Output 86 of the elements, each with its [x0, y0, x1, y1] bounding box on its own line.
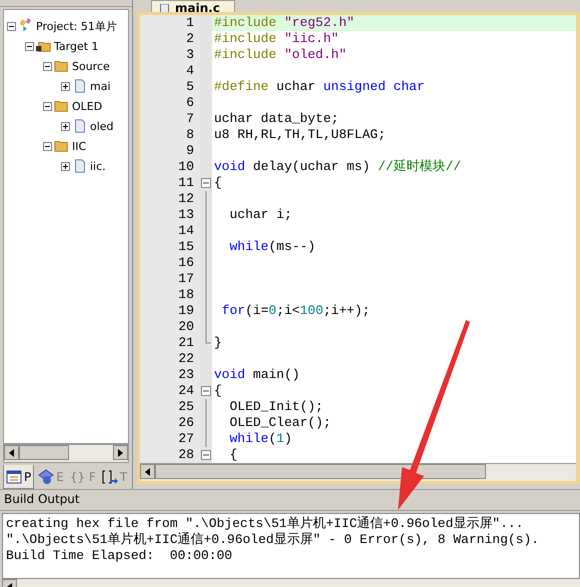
scroll-left-icon[interactable] — [9, 448, 14, 456]
list-icon — [6, 468, 22, 484]
line-number: 10 — [177, 159, 195, 175]
code-line: u8 RH,RL,TH,TL,U8FLAG; — [213, 127, 387, 143]
code-line: while(1) — [228, 431, 294, 447]
collapse-icon[interactable] — [43, 142, 52, 150]
project-icon — [18, 18, 34, 34]
collapse-icon[interactable] — [7, 22, 16, 30]
code-line: } — [213, 335, 223, 351]
line-number: 3 — [185, 47, 195, 63]
line-number: 7 — [185, 111, 195, 127]
line-number: 27 — [177, 431, 195, 447]
line-number: 23 — [177, 367, 195, 383]
tree-item[interactable]: iic. — [90, 160, 106, 172]
line-number: 1 — [185, 15, 195, 31]
line-number: 12 — [177, 191, 195, 207]
line-number: 8 — [185, 127, 195, 143]
code-editor[interactable] — [140, 15, 576, 463]
folder-icon — [54, 58, 70, 74]
line-number: 15 — [177, 239, 195, 255]
line-number: 14 — [177, 223, 195, 239]
line-number: 9 — [185, 143, 195, 159]
fold-toggle-icon[interactable] — [201, 386, 211, 396]
template-arrow-icon — [102, 469, 118, 485]
line-number: 6 — [185, 95, 195, 111]
output-line: Build Time Elapsed: 00:00:00 — [6, 548, 234, 564]
tree-item[interactable]: IIC — [72, 140, 86, 152]
panel-title: Build Output — [0, 489, 580, 511]
collapse-icon[interactable] — [43, 62, 52, 70]
expand-icon[interactable] — [61, 82, 70, 90]
tree-item[interactable]: Target 1 — [54, 40, 99, 52]
line-number: 17 — [177, 271, 195, 287]
line-number: 26 — [177, 415, 195, 431]
fold-toggle-icon[interactable] — [201, 450, 211, 460]
book-help-icon — [38, 469, 54, 485]
tree-item[interactable]: Source — [72, 60, 110, 72]
output-line: creating hex file from ".\Objects\51单片机+IIC通信+0.96oled显示屏"... — [6, 516, 524, 532]
code-line: void main() — [213, 367, 301, 383]
line-number: 2 — [185, 31, 195, 47]
line-number: 24 — [177, 383, 195, 399]
line-number: 25 — [177, 399, 195, 415]
line-number: 5 — [185, 79, 195, 95]
folder-icon — [54, 138, 70, 154]
output-line: ".\Objects\51单片机+IIC通信+0.96oled显示屏" - 0 Error(s), 8 Warning(s). — [6, 532, 540, 548]
line-number: 4 — [185, 63, 195, 79]
line-number: 18 — [177, 287, 195, 303]
fold-toggle-icon[interactable] — [201, 178, 211, 188]
line-number: 16 — [177, 255, 195, 271]
line-number: 19 — [177, 303, 195, 319]
file-icon — [72, 158, 88, 174]
editor-tab[interactable]: main.c — [151, 0, 235, 13]
file-icon — [72, 78, 88, 94]
code-line: { — [228, 447, 238, 463]
tree-item[interactable]: mai — [90, 80, 111, 92]
code-line: void delay(uchar ms) //延时模块// — [213, 159, 462, 175]
tree-item[interactable]: oled — [90, 120, 114, 132]
tree-item[interactable]: OLED — [72, 100, 102, 112]
code-line: OLED_Init(); — [228, 399, 324, 415]
collapse-icon[interactable] — [43, 102, 52, 110]
file-icon — [72, 118, 88, 134]
line-number: 22 — [177, 351, 195, 367]
code-line: { — [213, 175, 223, 191]
line-number: 28 — [177, 447, 195, 463]
code-line: while(ms--) — [228, 239, 316, 255]
horizontal-scrollbar[interactable] — [3, 444, 129, 463]
code-line: #include "oled.h" — [213, 47, 348, 63]
code-line: #include "iic.h" — [213, 31, 340, 47]
expand-icon[interactable] — [61, 162, 70, 170]
code-line: #define uchar unsigned char — [213, 79, 426, 95]
code-line: uchar i; — [228, 207, 294, 223]
code-line: OLED_Clear(); — [228, 415, 332, 431]
expand-icon[interactable] — [61, 122, 70, 130]
line-number: 20 — [177, 319, 195, 335]
code-line: { — [213, 383, 223, 399]
scroll-right-icon[interactable] — [118, 448, 123, 456]
line-number: 21 — [177, 335, 195, 351]
scroll-left-icon[interactable] — [145, 468, 150, 476]
collapse-icon[interactable] — [25, 42, 34, 50]
horizontal-scrollbar[interactable] — [140, 463, 576, 481]
folder-icon — [54, 98, 70, 114]
line-number: 13 — [177, 207, 195, 223]
code-line: uchar data_byte; — [213, 111, 340, 127]
code-line: for(i=0;i<100;i++); — [220, 303, 372, 319]
panel-tab[interactable]: P — [3, 465, 34, 489]
line-number: 11 — [177, 175, 195, 191]
tree-item[interactable]: Project: 51单片 — [36, 18, 117, 34]
